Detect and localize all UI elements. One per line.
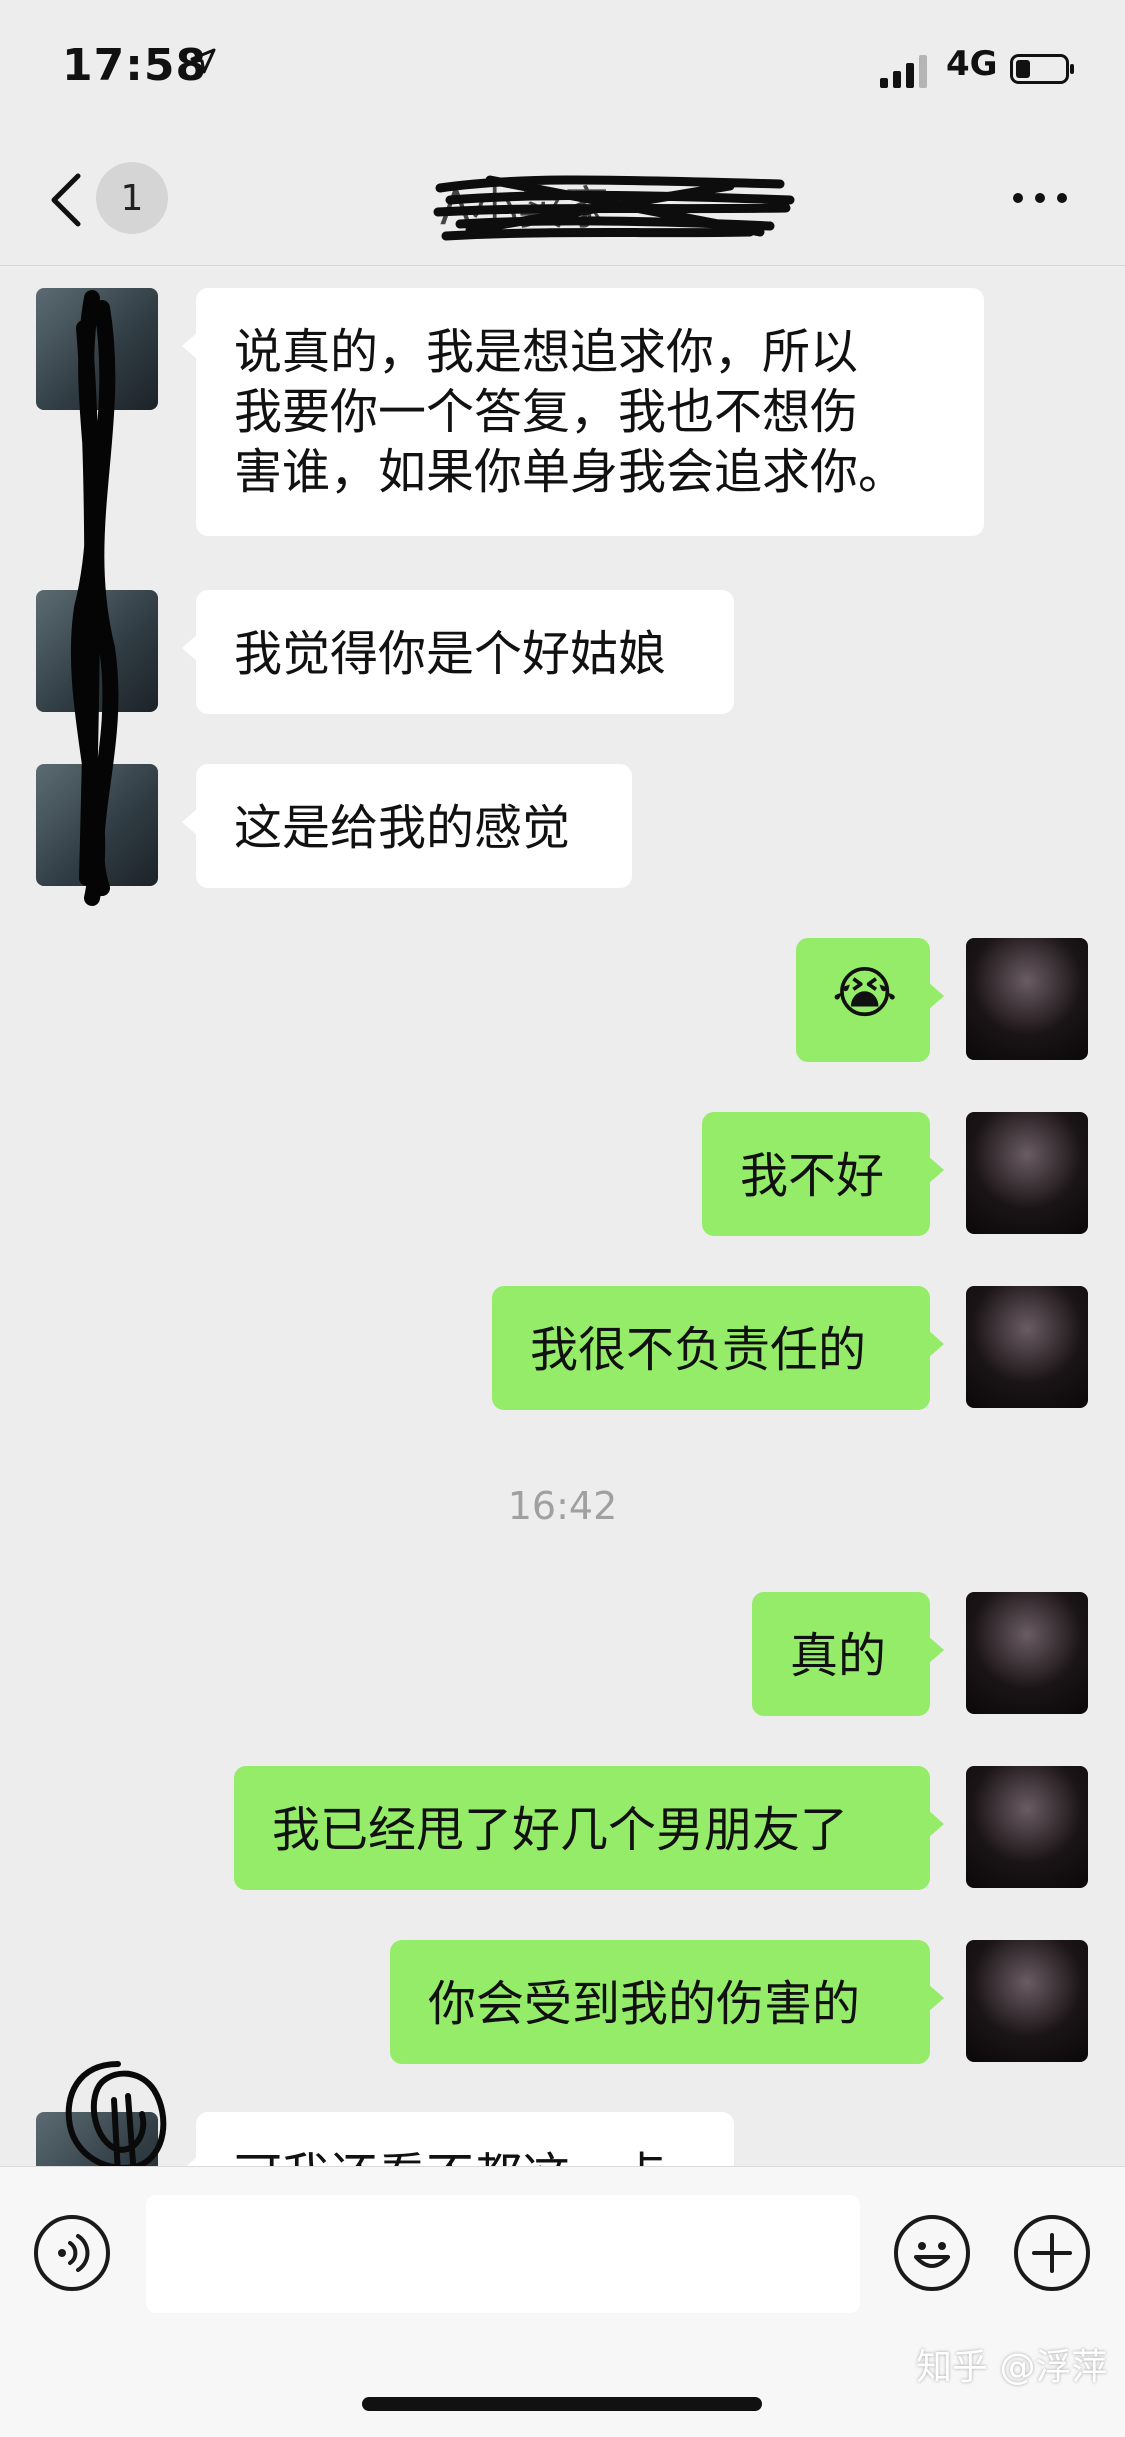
emoji-icon [914, 2242, 950, 2268]
network-type: 4G [946, 44, 998, 84]
plus-icon [1032, 2233, 1072, 2273]
battery-icon [1010, 54, 1074, 84]
voice-button[interactable] [34, 2215, 110, 2291]
message-bubble[interactable]: 真的 [752, 1592, 944, 1716]
redaction-scribble [433, 175, 795, 241]
my-avatar[interactable] [966, 938, 1088, 1060]
message-bubble[interactable]: 说真的，我是想追求你，所以 我要你一个答复，我也不想伤 害谁，如果你单身我会追求… [182, 288, 984, 536]
my-avatar[interactable] [966, 1766, 1088, 1888]
chat-header: 1 A小卖家 [0, 140, 1125, 266]
my-avatar[interactable] [966, 1286, 1088, 1408]
my-avatar[interactable] [966, 1112, 1088, 1234]
message-bubble[interactable]: 你会受到我的伤害的 [390, 1940, 944, 2064]
status-bar: 17:58 4G [0, 0, 1125, 140]
home-indicator [362, 2397, 762, 2411]
redaction-scribble [65, 2061, 167, 2166]
message-input[interactable] [146, 2195, 860, 2313]
back-chevron-icon[interactable] [46, 170, 86, 230]
message-timestamp: 16:42 [507, 1484, 618, 1528]
message-bubble[interactable]: 可我还看不都这一点 [182, 2112, 734, 2166]
unread-badge[interactable]: 1 [96, 162, 168, 234]
watermark: 知乎 @浮萍 [916, 2347, 1108, 2388]
input-bar [0, 2166, 1125, 2437]
my-avatar[interactable] [966, 1592, 1088, 1714]
redaction-scribble [70, 290, 119, 906]
more-icon[interactable] [1010, 188, 1070, 208]
chat-title-area: A小卖家 [430, 166, 800, 246]
voice-icon [58, 2234, 90, 2272]
plus-button[interactable] [1014, 2215, 1090, 2291]
signal-icon [880, 55, 927, 88]
message-bubble[interactable]: 我很不负责任的 [492, 1286, 944, 1410]
my-avatar[interactable] [966, 1940, 1088, 2062]
message-bubble[interactable]: 这是给我的感觉 [182, 764, 632, 888]
location-arrow-icon [190, 48, 216, 74]
message-bubble[interactable]: 我不好 [702, 1112, 944, 1236]
message-bubble[interactable]: 我已经甩了好几个男朋友了 [234, 1766, 944, 1890]
status-time: 17:58 [62, 40, 208, 91]
message-bubble[interactable]: 😭 [796, 938, 944, 1062]
message-list[interactable]: 说真的，我是想追求你，所以 我要你一个答复，我也不想伤 害谁，如果你单身我会追求… [0, 266, 1125, 2166]
message-bubble[interactable]: 我觉得你是个好姑娘 [182, 590, 734, 714]
emoji-button[interactable] [894, 2215, 970, 2291]
